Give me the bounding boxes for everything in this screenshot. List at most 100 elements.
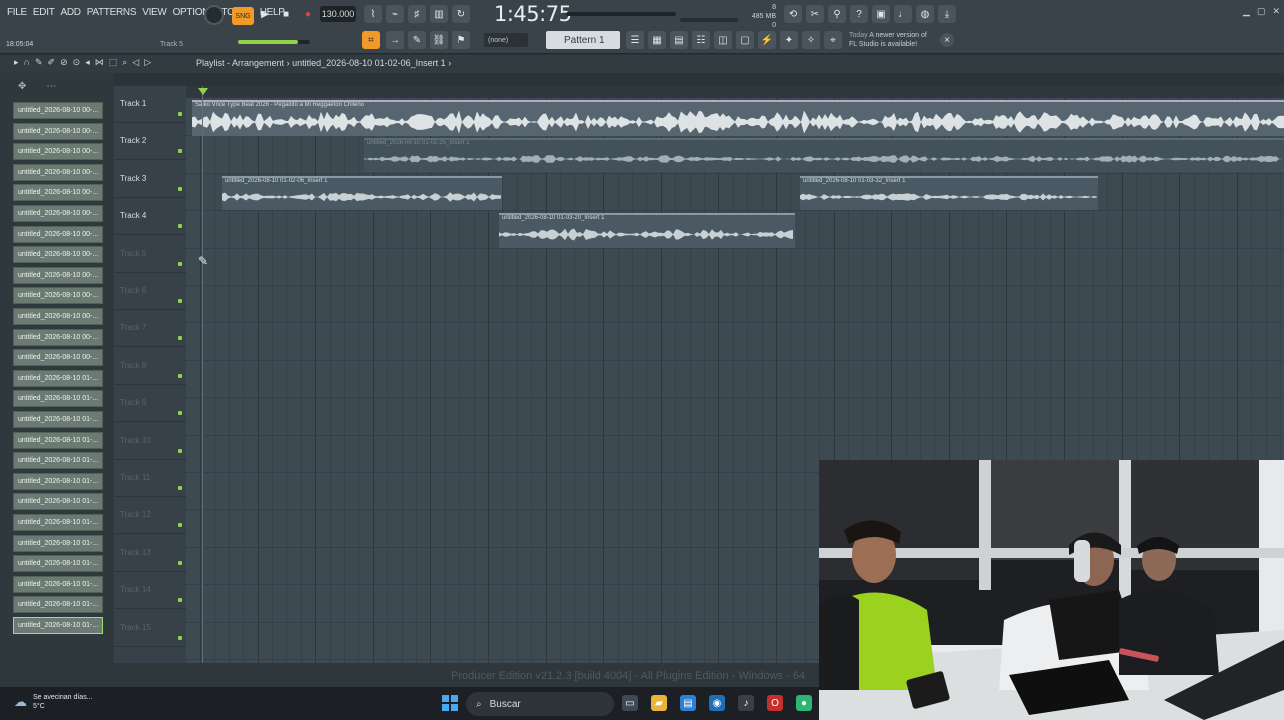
browser-icon[interactable]: ◫ xyxy=(714,31,732,49)
stop-icon[interactable]: ■ xyxy=(277,5,295,23)
browser-item[interactable]: untitled_2026-08-10 01-... xyxy=(13,514,103,531)
browser-item[interactable]: untitled_2026-08-10 01-... xyxy=(13,596,103,614)
menu-file[interactable]: FILE xyxy=(6,7,28,18)
pattern-song-toggle[interactable]: SNG xyxy=(232,7,254,25)
track-header[interactable]: Track 14 xyxy=(114,572,186,610)
track-led-icon[interactable] xyxy=(178,486,182,490)
slice-icon[interactable]: ⋈ xyxy=(95,57,104,68)
track-header[interactable]: Track 5 xyxy=(114,236,186,273)
menu-view[interactable]: VIEW xyxy=(141,7,167,18)
piano-roll-icon[interactable]: ▤ xyxy=(670,31,688,49)
browser-item[interactable]: untitled_2026-08-10 01-... xyxy=(13,472,103,490)
mute-icon[interactable]: ⊙ xyxy=(73,57,81,68)
audio-clip-track2[interactable]: untitled_2026-08-10 01-02-25_Insert 1 xyxy=(364,138,1284,172)
track-led-icon[interactable] xyxy=(178,373,182,378)
select-icon[interactable]: ⬚ xyxy=(109,57,118,68)
pattern-name-selector[interactable]: Pattern 1 xyxy=(546,31,620,49)
master-volume-slider[interactable] xyxy=(238,40,310,44)
browser-item[interactable]: untitled_2026-08-10 01-... xyxy=(13,617,103,634)
download-icon[interactable]: ⤓ xyxy=(938,5,956,23)
track-header[interactable]: Track 13 xyxy=(114,535,186,572)
track-header[interactable]: Track 9 xyxy=(114,385,186,423)
track-led-icon[interactable] xyxy=(178,523,182,528)
close-icon[interactable]: ✕ xyxy=(1272,6,1280,17)
store-icon[interactable]: ▤ xyxy=(680,695,696,711)
track-header[interactable]: Track 8 xyxy=(114,348,186,385)
master-pitch-slider[interactable] xyxy=(566,12,676,16)
browser-item[interactable]: untitled_2026-08-10 00-... xyxy=(13,349,103,367)
browser-item[interactable]: untitled_2026-08-10 01-... xyxy=(13,390,103,408)
pattern-selector[interactable]: (none) xyxy=(484,33,528,47)
browser-item[interactable]: untitled_2026-08-10 01-... xyxy=(13,369,103,387)
browser-item[interactable]: untitled_2026-08-10 00-... xyxy=(13,102,103,119)
browser-item[interactable]: untitled_2026-08-10 00-... xyxy=(13,163,103,181)
track-led-icon[interactable] xyxy=(178,224,182,229)
brush-icon[interactable]: ✎ xyxy=(408,31,426,49)
play-icon[interactable]: ▶ xyxy=(256,5,274,23)
audio-clip-track3-b[interactable]: untitled_2026-08-10 01-03-32_Insert 1 xyxy=(800,176,1098,210)
weather-widget[interactable]: ☁ Se avecinan días... 5°C xyxy=(14,693,93,711)
browser-options-icon[interactable]: ⋯ xyxy=(46,81,56,99)
arrow-icon[interactable]: → xyxy=(386,31,404,49)
track-header[interactable]: Track 6 xyxy=(114,273,186,310)
arrow-menu-icon[interactable]: ▸ xyxy=(14,57,19,68)
magnet-icon[interactable]: ⌖ xyxy=(824,31,842,49)
taskbar-search[interactable]: ⌕ Buscar xyxy=(466,692,614,716)
slip-icon[interactable]: ◂ xyxy=(85,57,90,68)
stamp-icon[interactable]: ⚑ xyxy=(452,31,470,49)
browser-item[interactable]: untitled_2026-08-10 01-... xyxy=(13,575,103,593)
cpu-knob-icon[interactable] xyxy=(204,5,224,25)
browser-item[interactable]: untitled_2026-08-10 00-... xyxy=(13,266,103,284)
touch-keyboard-icon[interactable]: ✦ xyxy=(780,31,798,49)
browser-item[interactable]: untitled_2026-08-10 00-... xyxy=(13,205,103,222)
loop-record-icon[interactable]: ↻ xyxy=(452,5,470,23)
browser-item[interactable]: untitled_2026-08-10 00-... xyxy=(13,246,103,264)
track-led-icon[interactable] xyxy=(178,261,182,266)
browser-item[interactable]: untitled_2026-08-10 00-... xyxy=(13,122,103,140)
mic-icon[interactable]: ⚲ xyxy=(828,5,846,23)
menu-edit[interactable]: EDIT xyxy=(32,7,56,18)
browser-item[interactable]: untitled_2026-08-10 01-... xyxy=(13,534,103,552)
news-panel[interactable]: Today A newer version of FL Studio is av… xyxy=(849,31,927,49)
track-led-icon[interactable] xyxy=(178,560,182,565)
audio-clip-track3-a[interactable]: untitled_2026-08-10 01-02-06_Insert 1 xyxy=(222,176,502,210)
pan-icon[interactable]: ▷ xyxy=(144,57,151,68)
track-led-icon[interactable] xyxy=(178,448,182,453)
browser-item[interactable]: untitled_2026-08-10 00-... xyxy=(13,287,103,305)
browser-item[interactable]: untitled_2026-08-10 00-... xyxy=(13,328,103,346)
track-header[interactable]: Track 3 xyxy=(114,161,186,198)
link-icon[interactable]: ⛓ xyxy=(430,31,448,49)
minimize-icon[interactable]: ▁ xyxy=(1243,6,1250,17)
track-header[interactable]: Track 11 xyxy=(114,460,186,497)
track-led-icon[interactable] xyxy=(178,635,182,640)
track-header[interactable]: Track 2 xyxy=(114,123,186,161)
snap-icon[interactable]: ⌗ xyxy=(362,31,380,49)
browser-item[interactable]: untitled_2026-08-10 01-... xyxy=(13,431,103,449)
browser-item[interactable]: untitled_2026-08-10 00-... xyxy=(13,225,103,243)
browser-move-icon[interactable]: ✥ xyxy=(18,81,26,99)
chat-icon[interactable]: ◍ xyxy=(916,5,934,23)
tuner-icon[interactable]: ♩ xyxy=(894,5,912,23)
mixer-icon[interactable]: ☷ xyxy=(692,31,710,49)
track-header[interactable]: Track 15 xyxy=(114,610,186,647)
save-icon[interactable]: ▣ xyxy=(872,5,890,23)
metronome-icon[interactable]: ⌇ xyxy=(364,5,382,23)
step-edit-icon[interactable]: ▥ xyxy=(430,5,448,23)
audio-clip-track4[interactable]: untitled_2026-08-10 01-03-20_Insert 1 xyxy=(499,213,795,248)
cut-icon[interactable]: ✂ xyxy=(806,5,824,23)
track-header[interactable]: Track 7 xyxy=(114,310,186,348)
menu-patterns[interactable]: PATTERNS xyxy=(86,7,137,18)
zoom-icon[interactable]: ⌕ xyxy=(122,57,127,68)
track-led-icon[interactable] xyxy=(178,336,182,341)
record-icon[interactable]: ● xyxy=(299,5,317,23)
countdown-icon[interactable]: ♯ xyxy=(408,5,426,23)
plugin-picker-icon[interactable]: ⚡ xyxy=(758,31,776,49)
timeline-ruler[interactable] xyxy=(186,86,1284,98)
browser-item[interactable]: untitled_2026-08-10 01-... xyxy=(13,493,103,511)
task-view-icon[interactable]: ▭ xyxy=(622,695,638,711)
track-led-icon[interactable] xyxy=(178,112,182,116)
channel-rack-icon[interactable]: ▦ xyxy=(648,31,666,49)
wait-input-icon[interactable]: ⌁ xyxy=(386,5,404,23)
menu-add[interactable]: ADD xyxy=(60,7,82,18)
audio-clip-main[interactable]: Saiko Vnce Type Beat 2026 - Pegadito a M… xyxy=(192,100,1284,136)
